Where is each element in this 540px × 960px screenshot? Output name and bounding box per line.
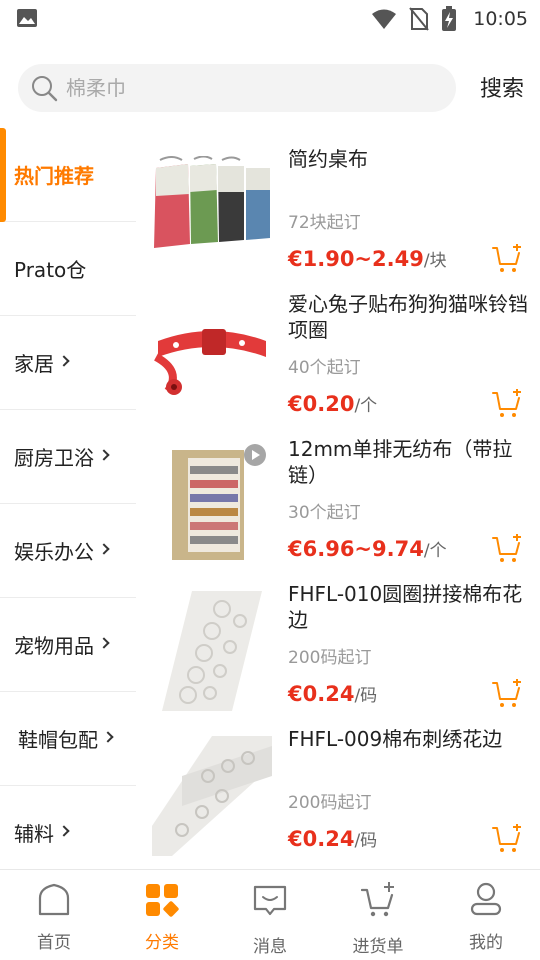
sidebar-item-accessories[interactable]: 辅料 [0,786,136,868]
product-price: €0.24/码 [288,826,377,851]
add-to-cart-icon[interactable] [492,534,522,564]
add-to-cart-icon[interactable] [492,244,522,274]
active-indicator [0,128,6,222]
no-sim-icon [409,7,430,31]
product-moq: 40个起订 [288,358,361,378]
home-icon [38,883,70,916]
image-icon [17,9,37,27]
product-list: 简约桌布 72块起订 €1.90~2.49/块 爱心兔子贴布狗狗猫咪铃铛项圈 4… [136,140,540,868]
chevron-right-icon [98,448,110,461]
product-card[interactable]: 12mm单排无纺布（带拉链） 30个起订 €6.96~9.74/个 [136,430,540,575]
sidebar-item-label: Prato仓 [14,258,87,282]
pet-collar-image [152,301,272,421]
product-moq: 200码起订 [288,648,372,668]
product-price: €1.90~2.49/块 [288,246,447,271]
message-icon [253,885,287,916]
chevron-right-icon [58,824,70,837]
nav-label: 进货单 [352,937,404,957]
sidebar-item-label: 厨房卫浴 [14,446,94,470]
nav-category[interactable]: 分类 [108,870,216,960]
status-time: 10:05 [473,8,528,30]
category-sidebar: 热门推荐 Prato仓 家居 厨房卫浴 娱乐办公 宠物用品 鞋帽包配 辅料 [0,128,136,868]
nav-label: 首页 [37,933,71,953]
price-value: €0.24 [288,682,355,706]
nav-label: 分类 [145,933,179,953]
price-unit: /块 [423,251,447,271]
profile-icon [470,882,502,916]
bottom-nav: 首页 分类 消息 进货单 我的 [0,869,540,960]
sidebar-item-label: 辅料 [14,822,54,846]
battery-charging-icon [442,6,457,31]
nav-cart[interactable]: 进货单 [324,870,432,960]
sidebar-item-home[interactable]: 家居 [0,316,136,410]
nav-label: 消息 [253,937,287,957]
price-value: €0.24 [288,827,355,851]
product-moq: 72块起订 [288,213,361,233]
nav-messages[interactable]: 消息 [216,870,324,960]
add-to-cart-icon[interactable] [492,679,522,709]
search-icon [32,76,58,102]
product-title: 爱心兔子贴布狗狗猫咪铃铛项圈 [288,292,528,342]
chevron-right-icon [58,354,70,367]
product-price: €0.20/个 [288,391,377,416]
sidebar-item-label: 鞋帽包配 [18,728,98,752]
product-title: 12mm单排无纺布（带拉链） [288,437,513,487]
price-value: €0.20 [288,392,355,416]
product-card[interactable]: FHFL-009棉布刺绣花边 200码起订 €0.24/码 [136,720,540,865]
sidebar-item-hot[interactable]: 热门推荐 [0,128,136,222]
sidebar-item-label: 家居 [14,352,54,376]
chevron-right-icon [102,730,114,743]
sidebar-item-entertainment[interactable]: 娱乐办公 [0,504,136,598]
embroidered-lace-image [152,736,272,856]
tablecloth-image [152,156,272,276]
sidebar-item-label: 热门推荐 [14,164,94,188]
sidebar-item-label: 宠物用品 [14,634,94,658]
sidebar-item-pets[interactable]: 宠物用品 [0,598,136,692]
price-unit: /个 [354,396,378,416]
product-moq: 30个起订 [288,503,361,523]
search-button[interactable]: 搜索 [480,71,524,103]
video-play-icon[interactable] [244,444,266,466]
price-unit: /码 [354,831,378,851]
product-price: €6.96~9.74/个 [288,536,447,561]
search-box[interactable] [18,64,456,112]
search-input[interactable] [66,64,446,112]
sidebar-item-label: 娱乐办公 [14,540,94,564]
product-card[interactable]: FHFL-010圆圈拼接棉布花边 200码起订 €0.24/码 [136,575,540,720]
search-row: 搜索 [18,64,528,112]
product-title: 简约桌布 [288,147,368,171]
product-price: €0.24/码 [288,681,377,706]
category-icon [146,884,179,917]
sidebar-item-shoes-bags[interactable]: 鞋帽包配 [0,692,136,786]
product-title: FHFL-010圆圈拼接棉布花边 [288,582,523,632]
product-card[interactable]: 爱心兔子贴布狗狗猫咪铃铛项圈 40个起订 €0.20/个 [136,285,540,430]
product-card[interactable]: 简约桌布 72块起订 €1.90~2.49/块 [136,140,540,285]
wifi-icon [372,9,397,29]
nav-label: 我的 [469,933,503,953]
nav-home[interactable]: 首页 [0,870,108,960]
price-unit: /个 [423,541,447,561]
price-unit: /码 [354,686,378,706]
status-bar: 10:05 [0,0,540,40]
cart-icon [361,882,394,917]
sidebar-item-kitchen[interactable]: 厨房卫浴 [0,410,136,504]
nav-profile[interactable]: 我的 [432,870,540,960]
add-to-cart-icon[interactable] [492,389,522,419]
price-value: €1.90~2.49 [288,247,424,271]
product-title: FHFL-009棉布刺绣花边 [288,727,503,751]
price-value: €6.96~9.74 [288,537,424,561]
lace-trim-image [152,591,272,711]
chevron-right-icon [98,636,110,649]
sidebar-item-prato[interactable]: Prato仓 [0,222,136,316]
product-moq: 200码起订 [288,793,372,813]
add-to-cart-icon[interactable] [492,824,522,854]
chevron-right-icon [98,542,110,555]
